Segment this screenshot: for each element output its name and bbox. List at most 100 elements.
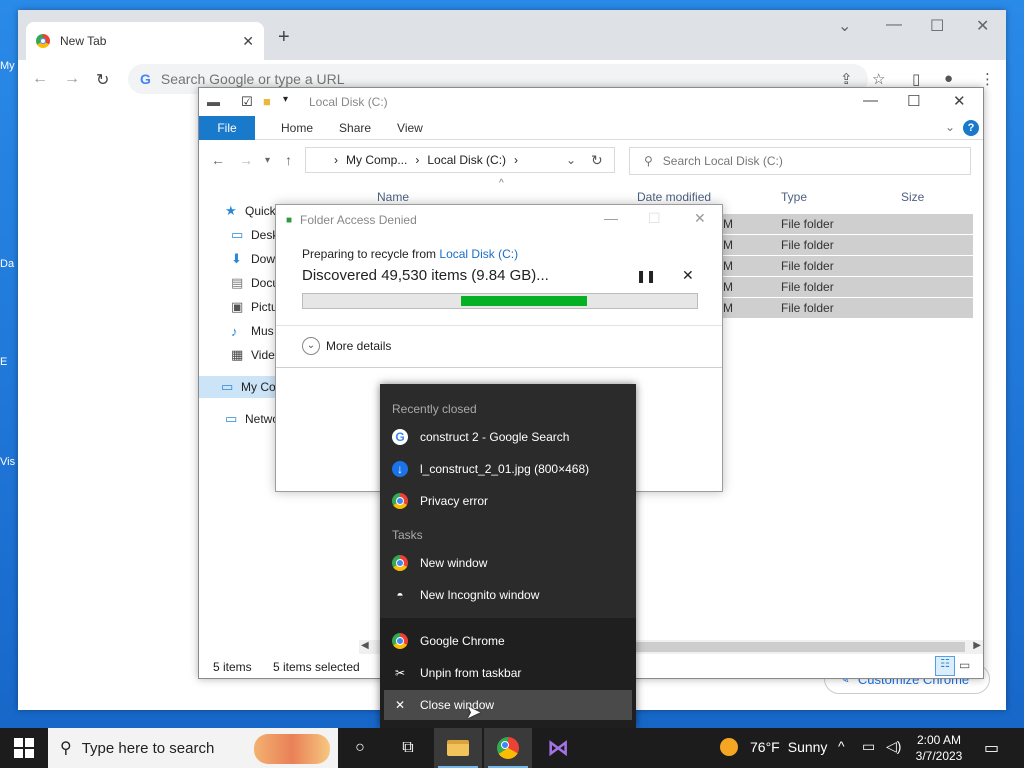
network-icon[interactable]: ▭ — [862, 738, 875, 755]
task-view-button[interactable]: ⧉ — [384, 728, 432, 768]
cortana-button[interactable]: ○ — [336, 728, 384, 768]
chevron-right-icon: › — [334, 153, 338, 167]
type-cell: File folder — [781, 238, 834, 252]
new-incognito-window-item[interactable]: ◓ New Incognito window — [384, 580, 632, 610]
up-icon[interactable]: ↑ — [285, 152, 292, 168]
list-item[interactable]: Privacy error — [384, 486, 632, 516]
new-window-item[interactable]: New window — [384, 548, 632, 578]
file-explorer-taskbar-button[interactable] — [434, 728, 482, 768]
close-icon[interactable]: ✕ — [953, 92, 966, 110]
scroll-right-icon[interactable]: ▶ — [973, 640, 981, 651]
network-icon: ▭ — [225, 411, 238, 426]
list-item[interactable]: ↓ l_construct_2_01.jpg (800×468) — [384, 454, 632, 484]
google-chrome-item[interactable]: Google Chrome — [384, 626, 632, 656]
list-item[interactable]: Gconstruct 2 - Google Search — [384, 422, 632, 452]
new-tab-icon[interactable]: + — [278, 26, 290, 49]
back-icon[interactable]: ← — [32, 70, 48, 88]
type-cell: File folder — [781, 217, 834, 231]
desktop-icon-label[interactable]: Da — [0, 258, 20, 270]
google-icon: G — [392, 429, 408, 445]
tab-home[interactable]: Home — [281, 121, 313, 135]
visual-studio-taskbar-button[interactable]: ⋈ — [534, 728, 582, 768]
address-box[interactable]: › My Comp... › Local Disk (C:) › ⌄ — [305, 147, 615, 173]
status-item-count: 5 items — [213, 660, 252, 674]
scrollbar-thumb[interactable] — [635, 642, 965, 652]
chrome-tab[interactable]: New Tab ✕ — [26, 22, 264, 60]
tab-search-icon[interactable]: ⌄ — [838, 16, 851, 36]
tab-share[interactable]: Share — [339, 121, 371, 135]
forward-icon[interactable]: → — [64, 70, 80, 88]
chevron-down-icon[interactable]: ⌄ — [945, 120, 955, 134]
maximize-icon[interactable]: ☐ — [930, 16, 944, 36]
pause-icon[interactable]: ❚❚ — [636, 269, 656, 283]
unpin-from-taskbar-item[interactable]: ✂ Unpin from taskbar — [384, 658, 632, 688]
minimize-icon[interactable]: — — [604, 210, 618, 226]
divider — [276, 367, 722, 368]
search-icon: ⚲ — [60, 740, 72, 757]
chrome-icon — [392, 633, 408, 649]
cortana-circle-icon: ○ — [355, 739, 365, 756]
close-icon[interactable]: ✕ — [694, 210, 706, 227]
large-icons-view-icon[interactable]: ▭ — [959, 658, 970, 672]
share-icon[interactable]: ⇪ — [840, 70, 853, 88]
clock[interactable]: 2:00 AM 3/7/2023 — [906, 732, 972, 764]
close-tab-icon[interactable]: ✕ — [242, 33, 254, 50]
details-view-icon[interactable]: ☷ — [935, 656, 955, 676]
start-button[interactable] — [14, 738, 34, 758]
status-selected-count: 5 items selected — [273, 660, 360, 674]
reload-icon[interactable]: ↻ — [96, 70, 109, 90]
desktop-icon-label[interactable]: My — [0, 60, 20, 72]
ribbon: File Home Share View ⌄ ? — [199, 115, 983, 140]
taskbar-search[interactable]: ⚲ Type here to search — [48, 728, 338, 768]
address-bar-row: ← → ▾ ↑ › My Comp... › Local Disk (C:) ›… — [199, 140, 983, 180]
explorer-search-input[interactable]: ⚲ Search Local Disk (C:) — [629, 147, 971, 175]
properties-icon[interactable]: ☑ — [241, 94, 253, 110]
chevron-down-icon[interactable]: ⌄ — [566, 153, 576, 167]
side-panel-icon[interactable]: ▯ — [912, 70, 920, 88]
cancel-operation-icon[interactable]: ✕ — [682, 267, 694, 284]
minimize-icon[interactable]: — — [863, 92, 878, 109]
maximize-icon[interactable]: ☐ — [907, 92, 920, 110]
chevron-down-icon[interactable]: ▾ — [283, 94, 288, 105]
sidebar-item-label: Pictu — [251, 300, 278, 314]
breadcrumb-item[interactable]: Local Disk (C:) — [427, 153, 506, 167]
date-cell: M — [723, 238, 733, 252]
bookmark-star-icon[interactable]: ☆ — [872, 70, 885, 88]
weather-widget[interactable]: 76°F Sunny — [720, 738, 827, 756]
close-window-item[interactable]: ✕ Close window — [384, 690, 632, 720]
download-icon: ⬇ — [231, 251, 242, 266]
explorer-title: Local Disk (C:) — [309, 95, 388, 109]
new-folder-icon[interactable]: ■ — [263, 94, 271, 109]
column-name[interactable]: Name — [377, 190, 409, 204]
chevron-down-icon[interactable]: ▾ — [265, 155, 270, 166]
tab-file[interactable]: File — [199, 115, 255, 140]
desktop-icon-label[interactable]: E — [0, 356, 20, 368]
chevron-up-icon[interactable]: ^ — [838, 738, 845, 754]
close-icon[interactable]: ✕ — [976, 16, 989, 36]
forward-icon[interactable]: → — [239, 152, 253, 168]
column-date-modified[interactable]: Date modified — [637, 190, 711, 204]
more-details-button[interactable]: ⌄ More details — [302, 337, 391, 355]
divider — [276, 325, 722, 326]
desktop-icon-label[interactable]: Vis — [0, 456, 20, 468]
column-size[interactable]: Size — [901, 190, 924, 204]
search-icon: ⚲ — [644, 154, 653, 168]
omnibox-input[interactable] — [160, 71, 761, 87]
minimize-icon[interactable]: — — [886, 16, 902, 34]
help-icon[interactable]: ? — [963, 120, 979, 136]
menu-icon[interactable]: ⋮ — [980, 70, 995, 88]
refresh-icon[interactable]: ↻ — [591, 152, 603, 169]
chrome-jump-list: Recently closed Gconstruct 2 - Google Se… — [380, 384, 636, 728]
volume-icon[interactable]: ◁) — [886, 738, 901, 755]
chevron-down-icon: ⌄ — [302, 337, 320, 355]
breadcrumb-item[interactable]: My Comp... — [346, 153, 407, 167]
back-icon[interactable]: ← — [211, 152, 225, 168]
scroll-left-icon[interactable]: ◀ — [361, 640, 369, 651]
tab-view[interactable]: View — [397, 121, 423, 135]
column-type[interactable]: Type — [781, 190, 807, 204]
notifications-icon[interactable]: ▭ — [984, 738, 999, 758]
clock-date: 3/7/2023 — [915, 749, 963, 763]
location-link[interactable]: Local Disk (C:) — [439, 247, 518, 261]
profile-icon[interactable]: ● — [944, 70, 953, 87]
chrome-taskbar-button[interactable] — [484, 728, 532, 768]
